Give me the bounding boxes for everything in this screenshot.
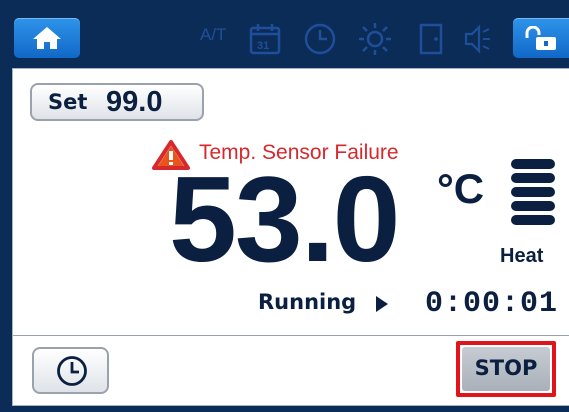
heat-bar [511, 187, 555, 197]
heat-label: Heat [500, 245, 544, 267]
calendar-icon: 31 [248, 22, 282, 56]
heat-bar [511, 159, 555, 169]
play-icon [376, 296, 388, 312]
main-panel: Set 99.0 Temp. Sensor Failure 53.0 °C He… [12, 68, 569, 406]
door-icon [414, 22, 448, 56]
temperature-unit: °C [437, 165, 485, 212]
clock-icon [303, 22, 337, 56]
lock-button[interactable] [513, 18, 569, 58]
heat-level-indicator [511, 159, 555, 229]
setpoint-label: Set [48, 90, 88, 114]
setpoint-button[interactable]: Set 99.0 [30, 83, 204, 121]
speaker-muted-icon [462, 22, 496, 56]
svg-text:A/T: A/T [200, 25, 226, 44]
heat-bar [511, 173, 555, 183]
setpoint-value: 99.0 [106, 86, 163, 118]
stop-label: STOP [474, 356, 538, 380]
auto-tune-icon: A/T [198, 22, 232, 56]
status-bar: A/T 31 [0, 0, 569, 68]
timer-button[interactable] [32, 347, 109, 394]
home-icon [33, 27, 61, 49]
light-icon [358, 22, 392, 56]
heat-bar [511, 215, 555, 225]
clock-icon [57, 356, 87, 386]
elapsed-timer: 0:00:01 [425, 287, 559, 321]
stop-button[interactable]: STOP [462, 347, 550, 391]
heat-bar [511, 201, 555, 211]
temperature-value: 53.0 [169, 151, 400, 287]
divider [13, 335, 569, 336]
lock-open-icon [525, 26, 556, 50]
svg-text:31: 31 [257, 40, 269, 52]
home-button[interactable] [14, 18, 80, 58]
run-state: Running [258, 290, 357, 314]
device-screen: A/T 31 Set 99.0 Temp. Sensor Failure 53.… [0, 0, 569, 412]
